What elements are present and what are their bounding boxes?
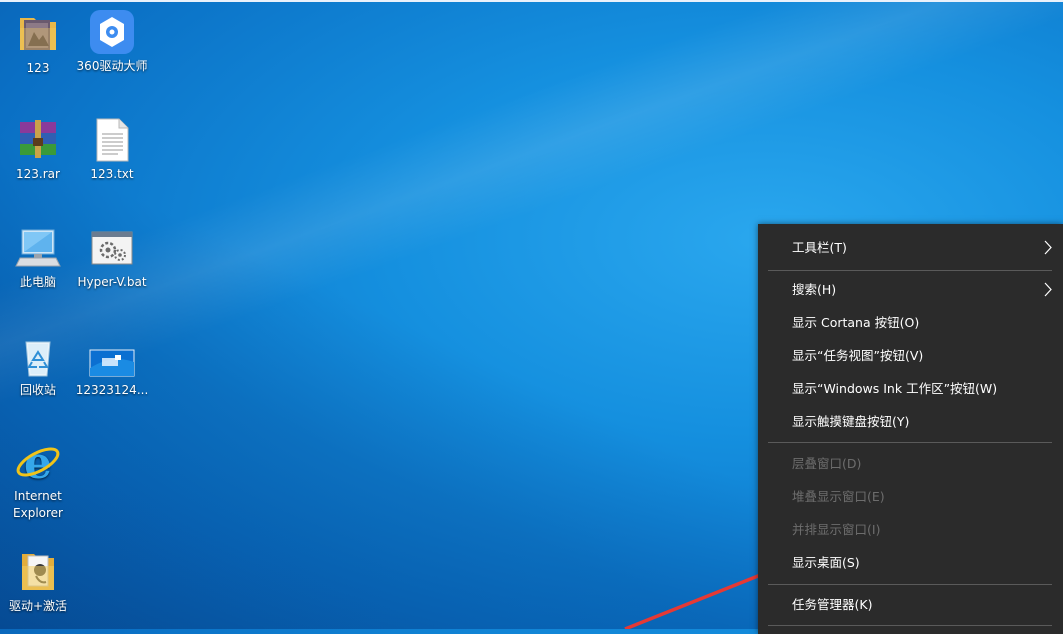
desktop-icon-recycle-bin[interactable]: 回收站 <box>0 332 76 399</box>
desktop-icon-label-line2: Explorer <box>13 506 63 520</box>
menu-separator <box>768 584 1052 585</box>
desktop-icon-123-folder[interactable]: 123 <box>0 10 76 77</box>
batch-file-icon <box>88 224 136 272</box>
menu-item-label: 工具栏(T) <box>792 240 847 255</box>
desktop-icon-label: Hyper-V.bat <box>77 275 147 289</box>
winrar-icon <box>14 116 62 164</box>
menu-item-label: 并排显示窗口(I) <box>792 522 881 537</box>
menu-item-show-task-view[interactable]: 显示“任务视图”按钮(V) <box>758 339 1063 372</box>
desktop-icon-label: 123.rar <box>16 167 60 181</box>
screen-top-edge <box>0 0 1063 2</box>
menu-item-label: 搜索(H) <box>792 282 837 297</box>
menu-item-cascade-windows: 层叠窗口(D) <box>758 447 1063 480</box>
menu-item-show-cortana[interactable]: 显示 Cortana 按钮(O) <box>758 306 1063 339</box>
desktop-icon-hyper-v-bat[interactable]: Hyper-V.bat <box>74 224 150 291</box>
desktop-icon-label: 驱动+激活 <box>8 599 68 613</box>
desktop-icon-label: 此电脑 <box>19 275 56 289</box>
svg-text:e: e <box>24 438 52 486</box>
desktop-icon-360-driver[interactable]: 360驱动大师 <box>74 8 150 75</box>
menu-item-stack-windows: 堆叠显示窗口(E) <box>758 480 1063 513</box>
menu-item-show-desktop[interactable]: 显示桌面(S) <box>758 546 1063 579</box>
folder-icon <box>14 10 62 58</box>
desktop-icon-driver-activation-folder[interactable]: 驱动+激活 <box>0 548 76 615</box>
desktop-icon-image-file[interactable]: 12323124... <box>74 332 150 399</box>
360-driver-icon <box>88 8 136 56</box>
computer-icon <box>14 224 62 272</box>
desktop-icon-label-line1: Internet <box>14 489 62 503</box>
menu-item-toolbars[interactable]: 工具栏(T) <box>758 231 1063 264</box>
menu-item-search[interactable]: 搜索(H) <box>758 273 1063 306</box>
menu-separator <box>768 270 1052 271</box>
internet-explorer-icon: e <box>14 438 62 489</box>
recycle-bin-icon <box>14 332 62 380</box>
taskbar-context-menu: 工具栏(T) 搜索(H) 显示 Cortana 按钮(O) 显示“任务视图”按钮… <box>758 224 1063 634</box>
menu-item-show-touch-keyboard[interactable]: 显示触摸键盘按钮(Y) <box>758 405 1063 438</box>
menu-item-label: 显示 Cortana 按钮(O) <box>792 315 920 330</box>
desktop-icon-123-rar[interactable]: 123.rar <box>0 116 76 183</box>
menu-item-side-by-side-windows: 并排显示窗口(I) <box>758 513 1063 546</box>
chevron-right-icon <box>1044 282 1052 297</box>
menu-item-label: 层叠窗口(D) <box>792 456 862 471</box>
menu-item-label: 堆叠显示窗口(E) <box>792 489 885 504</box>
menu-item-task-manager[interactable]: 任务管理器(K) <box>758 588 1063 621</box>
desktop-icon-label: 123.txt <box>90 167 134 181</box>
folder-icon <box>14 548 62 596</box>
desktop-icon-label: 123 <box>26 61 50 75</box>
image-file-icon <box>88 332 136 380</box>
desktop-icon-123-txt[interactable]: 123.txt <box>74 116 150 183</box>
menu-item-label: 显示“任务视图”按钮(V) <box>792 348 924 363</box>
chevron-right-icon <box>1044 240 1052 255</box>
menu-separator <box>768 442 1052 443</box>
menu-item-label: 显示桌面(S) <box>792 555 860 570</box>
menu-item-label: 任务管理器(K) <box>792 597 873 612</box>
menu-item-label: 显示触摸键盘按钮(Y) <box>792 414 910 429</box>
text-file-icon <box>88 116 136 164</box>
menu-item-label: 显示“Windows Ink 工作区”按钮(W) <box>792 381 998 396</box>
menu-separator <box>768 625 1052 626</box>
desktop-icon-label: 回收站 <box>19 383 56 397</box>
menu-item-show-windows-ink[interactable]: 显示“Windows Ink 工作区”按钮(W) <box>758 372 1063 405</box>
desktop-icon-label: 360驱动大师 <box>76 59 148 73</box>
desktop-icon-this-pc[interactable]: 此电脑 <box>0 224 76 291</box>
desktop-icon-internet-explorer[interactable]: e Internet Explorer <box>0 438 76 522</box>
desktop-icon-label: 12323124... <box>75 383 149 397</box>
